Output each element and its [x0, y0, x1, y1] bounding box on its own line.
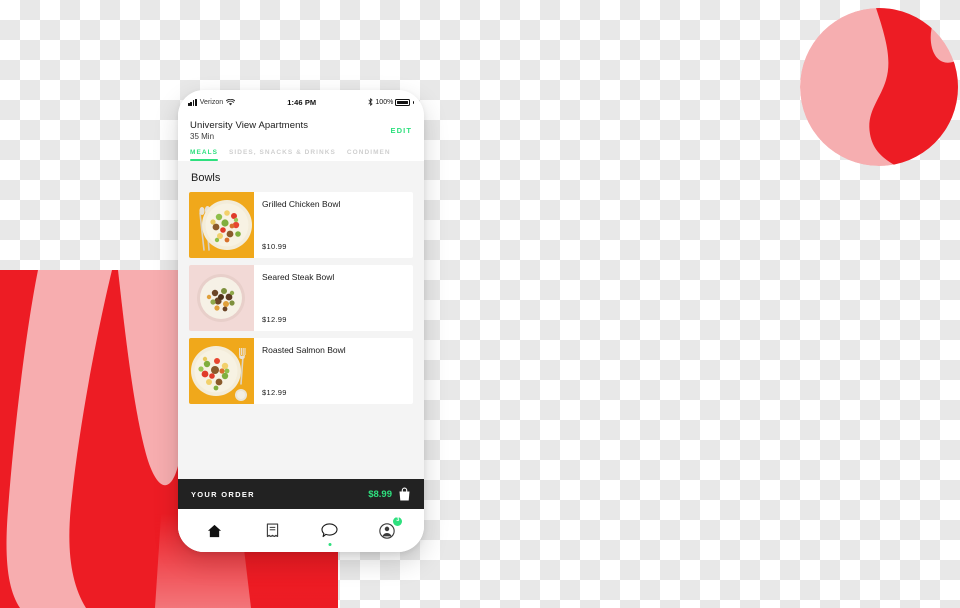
decorative-circle-svg	[800, 8, 958, 166]
location-header: University View Apartments 35 Min EDIT	[178, 114, 424, 145]
list-item-price: $12.99	[262, 315, 287, 324]
section-title-bowls: Bowls	[191, 172, 221, 184]
battery-icon	[395, 98, 411, 106]
nav-chat[interactable]	[317, 518, 343, 546]
list-item-name: Grilled Chicken Bowl	[262, 199, 341, 209]
phone-mockup: Verizon 1:46 PM 100% University View Apa…	[178, 90, 424, 552]
nav-profile[interactable]: 3	[374, 516, 403, 544]
carrier-label: Verizon	[199, 98, 224, 106]
phone-screen: Verizon 1:46 PM 100% University View Apa…	[178, 90, 424, 552]
order-total: $8.99	[368, 488, 392, 500]
list-item-name: Roasted Salmon Bowl	[262, 345, 346, 355]
roasted-salmon-bowl-image	[189, 338, 254, 404]
tab-sides-snacks-drinks[interactable]: SIDES, SNACKS & DRINKS	[229, 149, 336, 161]
battery-percent-label: 100%	[375, 98, 394, 106]
list-item[interactable]: Seared Steak Bowl $12.99	[189, 265, 413, 331]
grilled-chicken-bowl-image	[189, 192, 254, 258]
background-decoration	[0, 0, 960, 608]
chat-bubble-icon	[321, 523, 338, 538]
category-tabs: MEALS SIDES, SNACKS & DRINKS CONDIMEN	[178, 145, 424, 161]
chat-unread-dot	[328, 542, 332, 546]
list-item-body: Seared Steak Bowl $12.99	[254, 265, 413, 331]
seared-steak-bowl-image	[189, 265, 254, 331]
nav-orders[interactable]	[259, 518, 285, 544]
nav-home[interactable]	[202, 518, 228, 544]
list-item[interactable]: Grilled Chicken Bowl $10.99	[189, 192, 413, 258]
decorative-circle	[800, 8, 958, 166]
tab-meals[interactable]: MEALS	[190, 149, 218, 161]
delivery-time-label: 35 Min	[190, 132, 215, 141]
wifi-icon	[226, 98, 236, 105]
bluetooth-icon	[368, 98, 373, 106]
page-title: University View Apartments	[190, 120, 309, 131]
list-item-body: Roasted Salmon Bowl $12.99	[254, 338, 413, 404]
battery-cap-icon	[412, 100, 414, 104]
profile-badge: 3	[393, 516, 403, 526]
status-bar: Verizon 1:46 PM 100%	[178, 90, 424, 114]
location-texts: University View Apartments 35 Min	[190, 120, 391, 141]
status-bar-time: 1:46 PM	[287, 97, 317, 107]
tab-condiments[interactable]: CONDIMEN	[347, 149, 391, 161]
list-item-name: Seared Steak Bowl	[262, 272, 335, 282]
status-bar-left: Verizon	[188, 98, 236, 106]
home-icon	[208, 524, 222, 537]
signal-bars-icon	[188, 98, 197, 106]
edit-button[interactable]: EDIT	[391, 120, 412, 135]
bottom-navigation: 3	[178, 509, 424, 552]
profile-icon	[379, 522, 395, 539]
list-item-body: Grilled Chicken Bowl $10.99	[254, 192, 413, 258]
list-item[interactable]: Roasted Salmon Bowl $12.99	[189, 338, 413, 404]
your-order-bar[interactable]: YOUR ORDER $8.99	[178, 479, 424, 509]
your-order-label: YOUR ORDER	[191, 489, 255, 499]
receipt-icon	[266, 522, 278, 537]
status-bar-right: 100%	[368, 98, 414, 106]
shopping-bag-icon	[399, 487, 410, 501]
list-item-price: $10.99	[262, 242, 287, 251]
list-item-price: $12.99	[262, 388, 287, 397]
